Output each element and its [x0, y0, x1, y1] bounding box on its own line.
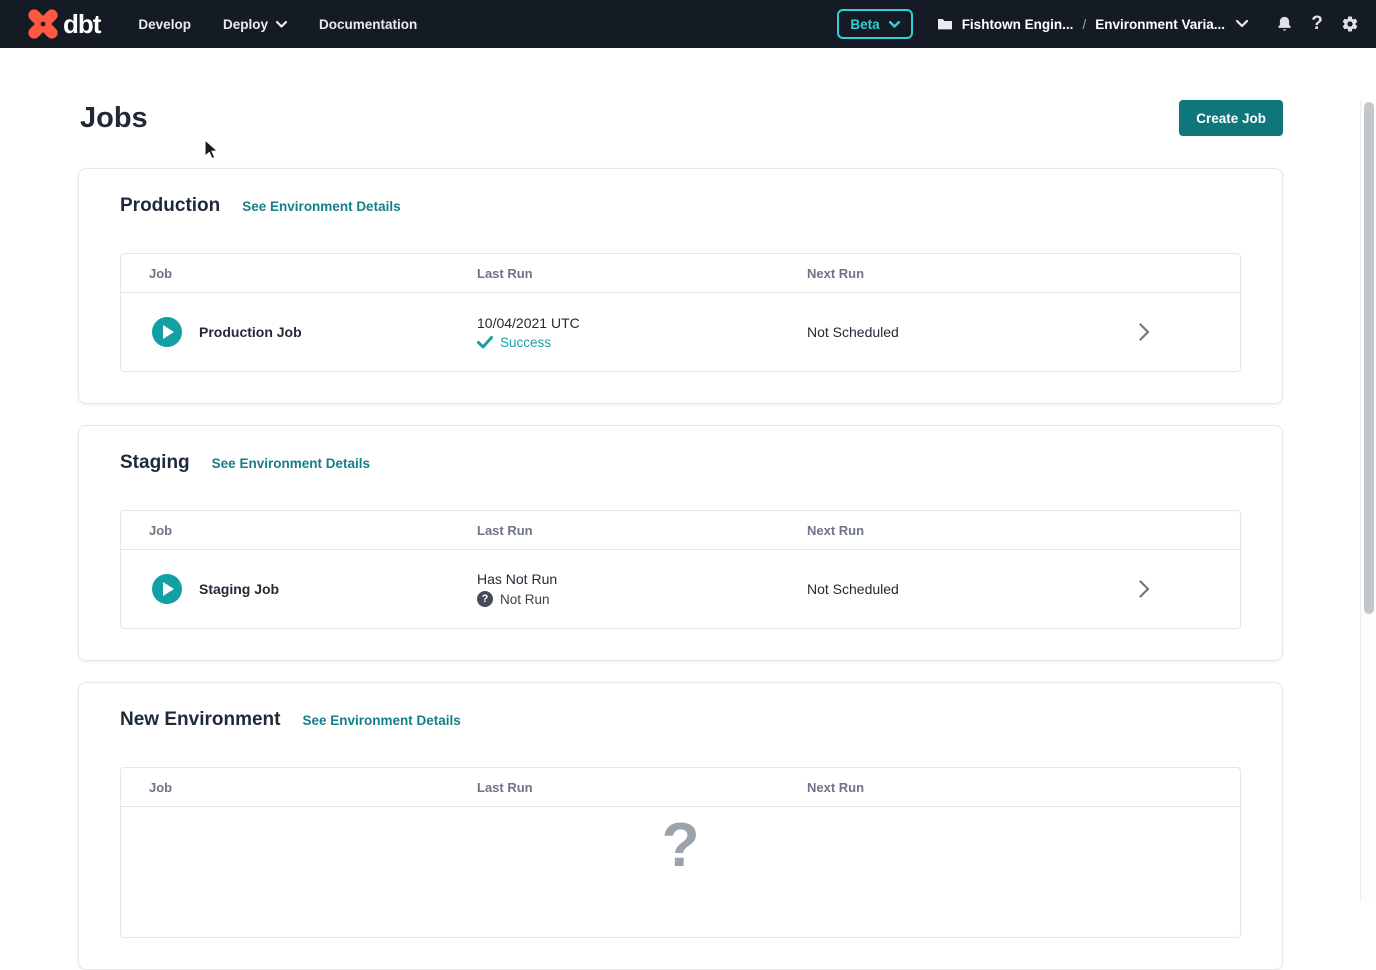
see-environment-details-link[interactable]: See Environment Details: [242, 199, 400, 214]
column-header-job: Job: [149, 266, 477, 281]
environment-name: Staging: [120, 452, 190, 474]
not-run-question-icon: ?: [477, 591, 493, 607]
success-check-icon: [477, 336, 493, 349]
chevron-right-icon: [1139, 580, 1150, 598]
dbt-logo[interactable]: dbt: [26, 7, 100, 41]
row-chevron[interactable]: [1139, 580, 1240, 598]
environment-card-staging: Staging See Environment Details Job Last…: [78, 425, 1283, 661]
column-header-job: Job: [149, 523, 477, 538]
environment-card-production: Production See Environment Details Job L…: [78, 168, 1283, 404]
vertical-scrollbar[interactable]: [1360, 100, 1376, 902]
column-header-next-run: Next Run: [807, 266, 1139, 281]
job-status: Not Run: [500, 592, 550, 607]
help-icon[interactable]: ?: [1307, 13, 1327, 35]
chevron-right-icon: [1139, 323, 1150, 341]
see-environment-details-link[interactable]: See Environment Details: [212, 456, 370, 471]
empty-jobs-state: ?: [121, 807, 1240, 937]
nav-item-documentation[interactable]: Documentation: [319, 17, 417, 32]
primary-nav: Develop Deploy Documentation: [138, 17, 417, 32]
page-title: Jobs: [80, 102, 148, 135]
see-environment-details-link[interactable]: See Environment Details: [302, 713, 460, 728]
jobs-table: Job Last Run Next Run Staging Job Has No…: [120, 510, 1241, 629]
main-content: Jobs Create Job Production See Environme…: [0, 100, 1376, 902]
chevron-down-icon: [889, 21, 900, 28]
dbt-logo-text: dbt: [63, 9, 100, 40]
run-job-play-button[interactable]: [152, 317, 182, 347]
folder-icon: [937, 17, 953, 31]
play-icon: [163, 582, 174, 596]
environment-card-new-environment: New Environment See Environment Details …: [78, 682, 1283, 970]
breadcrumb-page[interactable]: Environment Varia...: [1095, 17, 1225, 32]
play-icon: [163, 325, 174, 339]
chevron-down-icon: [276, 21, 287, 28]
beta-dropdown-button[interactable]: Beta: [837, 9, 912, 39]
column-header-job: Job: [149, 780, 477, 795]
jobs-table-header: Job Last Run Next Run: [121, 768, 1240, 807]
column-header-last-run: Last Run: [477, 266, 807, 281]
job-status: Success: [500, 335, 551, 350]
column-header-last-run: Last Run: [477, 523, 807, 538]
create-job-button[interactable]: Create Job: [1179, 100, 1283, 136]
scrollbar-thumb[interactable]: [1364, 102, 1374, 614]
nav-item-develop[interactable]: Develop: [138, 17, 191, 32]
nav-icon-group: ?: [1274, 13, 1360, 35]
last-run-date: Has Not Run: [477, 571, 807, 587]
notifications-bell-icon[interactable]: [1274, 13, 1294, 35]
dbt-logo-icon: [26, 7, 60, 41]
question-circle-icon: ?: [662, 815, 700, 937]
nav-item-deploy[interactable]: Deploy: [223, 17, 287, 32]
jobs-table: Job Last Run Next Run Production Job 10/…: [120, 253, 1241, 372]
environment-name: Production: [120, 195, 220, 217]
column-header-next-run: Next Run: [807, 780, 1139, 795]
row-chevron[interactable]: [1139, 323, 1240, 341]
last-run-date: 10/04/2021 UTC: [477, 315, 807, 331]
jobs-table: Job Last Run Next Run ?: [120, 767, 1241, 938]
nav-right-group: Beta Fishtown Engin... / Environment Var…: [837, 9, 1360, 39]
next-run-value: Not Scheduled: [807, 324, 1139, 340]
project-breadcrumb[interactable]: Fishtown Engin... / Environment Varia...: [937, 17, 1248, 32]
job-row-production-job[interactable]: Production Job 10/04/2021 UTC Success No…: [121, 293, 1240, 371]
environment-name: New Environment: [120, 709, 280, 731]
settings-gear-icon[interactable]: [1340, 13, 1360, 35]
run-job-play-button[interactable]: [152, 574, 182, 604]
breadcrumb-account[interactable]: Fishtown Engin...: [962, 17, 1074, 32]
column-header-last-run: Last Run: [477, 780, 807, 795]
top-navigation: dbt Develop Deploy Documentation Beta Fi…: [0, 0, 1376, 48]
job-name: Staging Job: [199, 581, 279, 597]
job-row-staging-job[interactable]: Staging Job Has Not Run ? Not Run Not Sc…: [121, 550, 1240, 628]
jobs-table-header: Job Last Run Next Run: [121, 511, 1240, 550]
chevron-down-icon[interactable]: [1236, 20, 1248, 28]
next-run-value: Not Scheduled: [807, 581, 1139, 597]
job-name: Production Job: [199, 324, 302, 340]
breadcrumb-separator: /: [1082, 17, 1086, 32]
jobs-table-header: Job Last Run Next Run: [121, 254, 1240, 293]
column-header-next-run: Next Run: [807, 523, 1139, 538]
